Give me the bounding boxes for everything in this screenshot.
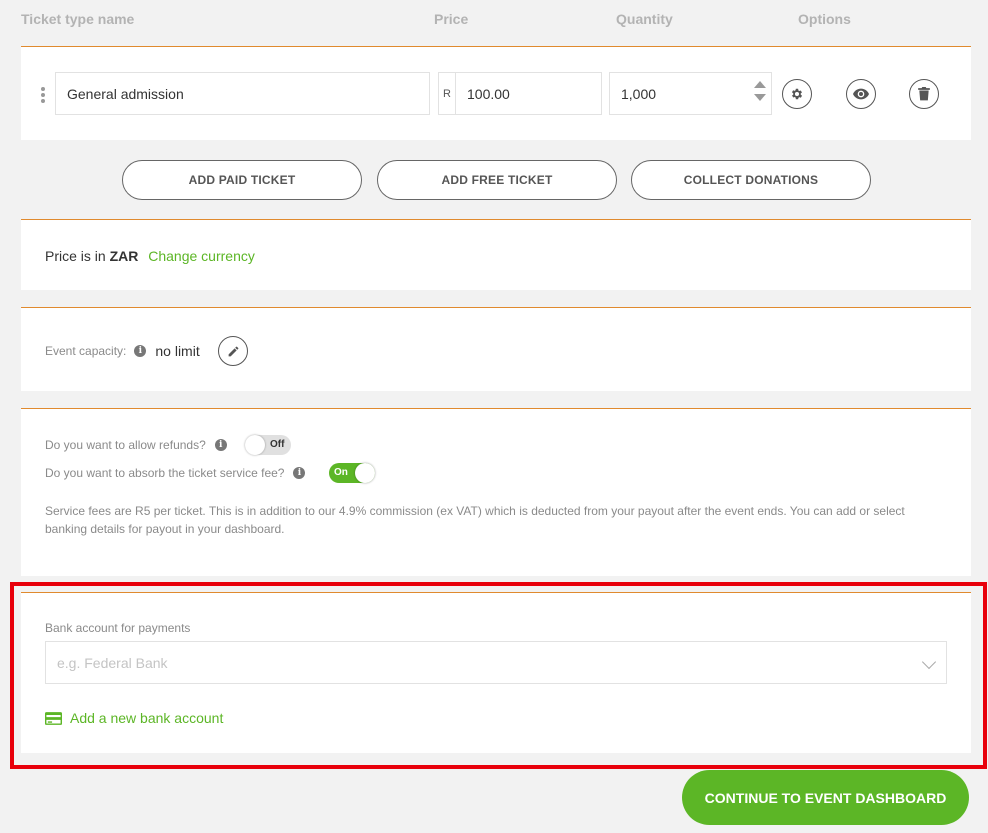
ticket-row-panel: General admission R 100.00 1,000 <box>21 46 971 140</box>
stepper-up-icon[interactable] <box>754 81 766 88</box>
quantity-input[interactable]: 1,000 <box>609 72 772 115</box>
capacity-value: no limit <box>155 343 200 359</box>
eye-icon <box>853 88 869 100</box>
currency-prefix: R <box>438 72 455 115</box>
ticket-delete-button[interactable] <box>909 79 939 109</box>
refunds-line: Do you want to allow refunds? i <box>45 438 227 452</box>
service-fee-toggle[interactable]: On <box>329 463 375 483</box>
column-header-options: Options <box>798 11 851 27</box>
capacity-label: Event capacity: <box>45 344 127 358</box>
price-input[interactable]: 100.00 <box>455 72 602 115</box>
pencil-icon <box>228 346 238 356</box>
collect-donations-button[interactable]: COLLECT DONATIONS <box>631 160 871 200</box>
gear-icon <box>791 88 803 100</box>
quantity-value: 1,000 <box>621 85 657 102</box>
ticket-settings-button[interactable] <box>782 79 812 109</box>
highlight-box <box>10 582 987 769</box>
toggle-knob <box>245 435 265 455</box>
column-header-quantity: Quantity <box>616 11 673 27</box>
edit-capacity-button[interactable] <box>218 336 248 366</box>
ticket-name-input[interactable]: General admission <box>55 72 430 115</box>
service-fee-note: Service fees are R5 per ticket. This is … <box>45 504 905 536</box>
ticket-name-value: General admission <box>67 85 184 102</box>
add-paid-ticket-button[interactable]: ADD PAID TICKET <box>122 160 362 200</box>
trash-icon <box>918 87 930 101</box>
refunds-toggle[interactable]: Off <box>245 435 291 455</box>
currency-code: ZAR <box>109 248 139 264</box>
capacity-panel: Event capacity: i no limit <box>21 307 971 391</box>
refunds-question: Do you want to allow refunds? <box>45 438 206 452</box>
drag-handle-icon[interactable] <box>41 87 47 105</box>
capacity-line: Event capacity: i no limit <box>45 343 200 359</box>
service-fee-line: Do you want to absorb the ticket service… <box>45 466 306 480</box>
currency-line: Price is in ZAR Change currency <box>45 248 255 264</box>
service-fee-question: Do you want to absorb the ticket service… <box>45 466 285 480</box>
currency-prefix-text: Price is in <box>45 248 106 264</box>
info-icon[interactable]: i <box>293 467 306 479</box>
info-icon[interactable]: i <box>214 439 227 451</box>
service-fee-toggle-label: On <box>334 467 348 478</box>
add-free-ticket-button[interactable]: ADD FREE TICKET <box>377 160 617 200</box>
column-header-ticket-name: Ticket type name <box>21 11 135 27</box>
ticket-visibility-button[interactable] <box>846 79 876 109</box>
refunds-toggle-label: Off <box>270 439 285 450</box>
continue-to-dashboard-button[interactable]: CONTINUE TO EVENT DASHBOARD <box>682 770 969 825</box>
quantity-stepper[interactable] <box>754 81 766 101</box>
price-value: 100.00 <box>467 85 510 102</box>
info-icon[interactable]: i <box>134 345 147 357</box>
column-header-price: Price <box>434 11 469 27</box>
toggle-knob <box>355 463 375 483</box>
currency-panel: Price is in ZAR Change currency <box>21 219 971 290</box>
stepper-down-icon[interactable] <box>754 94 766 101</box>
fees-panel: Do you want to allow refunds? i Off Do y… <box>21 408 971 576</box>
change-currency-link[interactable]: Change currency <box>148 248 255 264</box>
